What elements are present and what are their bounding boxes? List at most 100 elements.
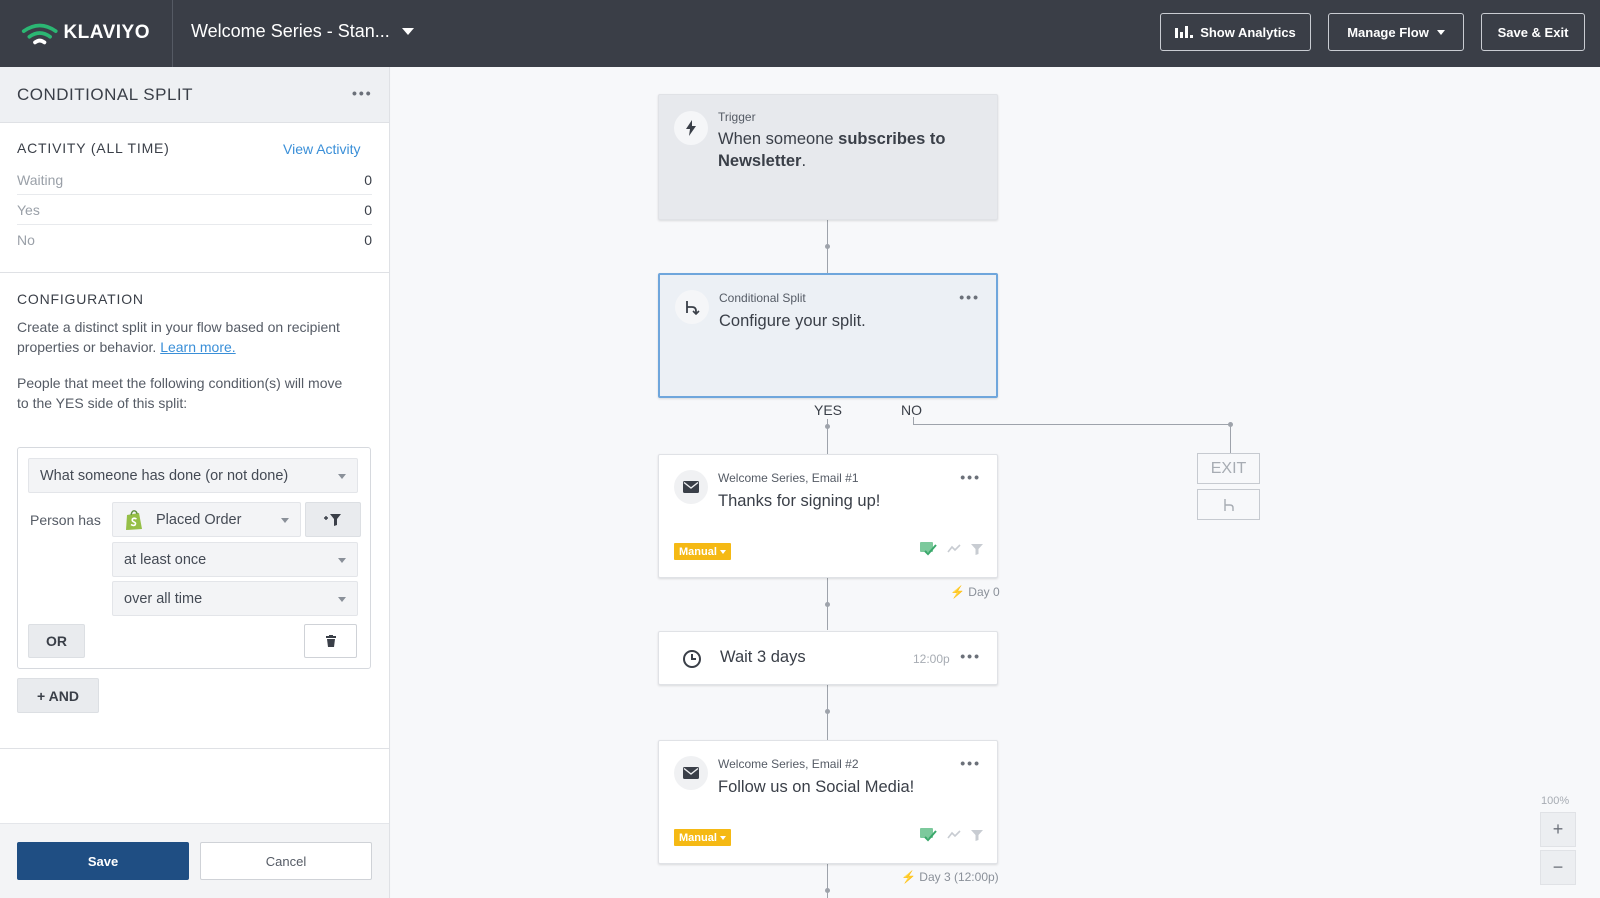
connector-node: [825, 424, 830, 429]
email-subject: Follow us on Social Media!: [718, 778, 915, 796]
connector-node: [825, 602, 830, 607]
save-button[interactable]: Save: [17, 842, 189, 880]
lightning-icon: [674, 111, 708, 145]
exit-split-icon[interactable]: [1197, 489, 1260, 520]
stat-label: Yes: [17, 202, 40, 218]
card-more-icon[interactable]: •••: [960, 755, 981, 771]
delete-condition-button[interactable]: [304, 624, 357, 658]
zoom-in-button[interactable]: +: [1540, 812, 1576, 847]
zoom-out-button[interactable]: −: [1540, 850, 1576, 885]
chevron-down-icon: [281, 518, 289, 523]
condition-type-value: What someone has done (or not done): [40, 467, 289, 484]
configuration-title: CONFIGURATION: [17, 291, 144, 307]
zoom-level: 100%: [1541, 795, 1570, 807]
connector-node: [825, 244, 830, 249]
timeframe-select[interactable]: over all time: [112, 581, 358, 616]
day-label: ⚡ Day 3 (12:00p): [901, 870, 999, 884]
smart-sending-icon: [947, 829, 961, 838]
chevron-down-icon: [338, 558, 346, 563]
day-label-text: Day 0: [968, 585, 1000, 599]
section-divider: [0, 272, 389, 273]
email-icon: [674, 756, 708, 790]
topbar-divider: [172, 0, 173, 67]
panel-more-icon[interactable]: •••: [352, 85, 373, 101]
configuration-description: Create a distinct split in your flow bas…: [17, 317, 347, 357]
split-icon: [675, 290, 709, 324]
person-has-label: Person has: [30, 512, 101, 528]
connector-line: [913, 424, 1231, 425]
manual-badge[interactable]: Manual: [674, 543, 731, 560]
or-button[interactable]: OR: [28, 624, 85, 658]
trigger-card[interactable]: Trigger When someone subscribes to Newsl…: [658, 94, 998, 220]
card-more-icon[interactable]: •••: [960, 648, 981, 664]
klaviyo-logo[interactable]: KLAVIYO: [20, 17, 150, 49]
manual-badge-label: Manual: [679, 545, 717, 558]
wait-card[interactable]: Wait 3 days 12:00p •••: [658, 631, 998, 685]
stat-label: Waiting: [17, 172, 64, 188]
stat-row-waiting: Waiting 0: [17, 165, 372, 195]
add-filter-icon: [324, 513, 341, 526]
panel-header: CONDITIONAL SPLIT •••: [0, 67, 389, 123]
manual-badge-label: Manual: [679, 831, 717, 844]
show-analytics-label: Show Analytics: [1200, 24, 1296, 40]
connector-node: [825, 709, 830, 714]
email-kicker: Welcome Series, Email #1: [718, 471, 859, 485]
email-card-2[interactable]: Welcome Series, Email #2 Follow us on So…: [658, 740, 998, 864]
trigger-text-pre: When someone: [718, 130, 839, 148]
add-and-button[interactable]: + AND: [17, 678, 99, 713]
chevron-down-icon: [338, 597, 346, 602]
shopify-icon: [126, 509, 142, 530]
manage-flow-button[interactable]: Manage Flow: [1328, 13, 1464, 51]
connector-node: [825, 888, 830, 893]
stat-value: 0: [364, 202, 372, 218]
stat-value: 0: [364, 172, 372, 188]
metric-value: Placed Order: [156, 511, 242, 528]
conditional-split-card[interactable]: Conditional Split Configure your split. …: [658, 273, 998, 398]
filter-icon: [971, 829, 983, 841]
card-status-icons: [920, 541, 983, 556]
manual-badge[interactable]: Manual: [674, 829, 731, 846]
card-more-icon[interactable]: •••: [959, 289, 980, 305]
add-filter-button[interactable]: [305, 502, 361, 537]
frequency-select[interactable]: at least once: [112, 542, 358, 577]
email-subject: Thanks for signing up!: [718, 492, 881, 510]
logo-text: KLAVIYO: [63, 22, 150, 43]
save-exit-button[interactable]: Save & Exit: [1481, 13, 1585, 51]
chevron-down-icon: [1436, 29, 1445, 35]
trigger-text: When someone subscribes to Newsletter.: [718, 128, 988, 172]
panel-title: CONDITIONAL SPLIT: [17, 85, 194, 104]
split-text: Configure your split.: [719, 312, 866, 330]
show-analytics-button[interactable]: Show Analytics: [1160, 13, 1311, 51]
cancel-button[interactable]: Cancel: [200, 842, 372, 880]
split-kicker: Conditional Split: [719, 291, 806, 305]
learn-more-link[interactable]: Learn more.: [160, 339, 235, 355]
chevron-down-icon: [719, 835, 726, 840]
chevron-down-icon: [338, 474, 346, 479]
connector-line: [913, 417, 914, 425]
stat-label: No: [17, 232, 35, 248]
smart-sending-icon: [947, 543, 961, 552]
trash-icon: [325, 635, 336, 647]
condition-type-select[interactable]: What someone has done (or not done): [28, 458, 358, 493]
trigger-text-post: .: [801, 152, 807, 170]
flow-menu-caret-icon[interactable]: [402, 28, 414, 35]
metric-select[interactable]: Placed Order: [112, 502, 301, 537]
content-ready-icon: [920, 828, 937, 842]
day-label: ⚡ Day 0: [950, 585, 1000, 599]
view-activity-link[interactable]: View Activity: [283, 141, 361, 157]
email-icon: [674, 470, 708, 504]
stat-row-yes: Yes 0: [17, 195, 372, 225]
exit-node[interactable]: EXIT: [1197, 453, 1260, 484]
wait-text: Wait 3 days: [720, 648, 806, 666]
section-divider: [0, 748, 389, 749]
email-card-1[interactable]: Welcome Series, Email #1 Thanks for sign…: [658, 454, 998, 578]
no-branch-label: NO: [901, 402, 922, 418]
panel-footer: Save Cancel: [0, 823, 389, 898]
day-label-text: Day 3 (12:00p): [919, 870, 999, 884]
condition-intro: People that meet the following condition…: [17, 375, 343, 411]
stat-value: 0: [364, 232, 372, 248]
flow-name[interactable]: Welcome Series - Stan...: [191, 21, 390, 42]
card-more-icon[interactable]: •••: [960, 469, 981, 485]
yes-branch-label: YES: [814, 402, 843, 418]
clock-icon: [683, 650, 701, 668]
